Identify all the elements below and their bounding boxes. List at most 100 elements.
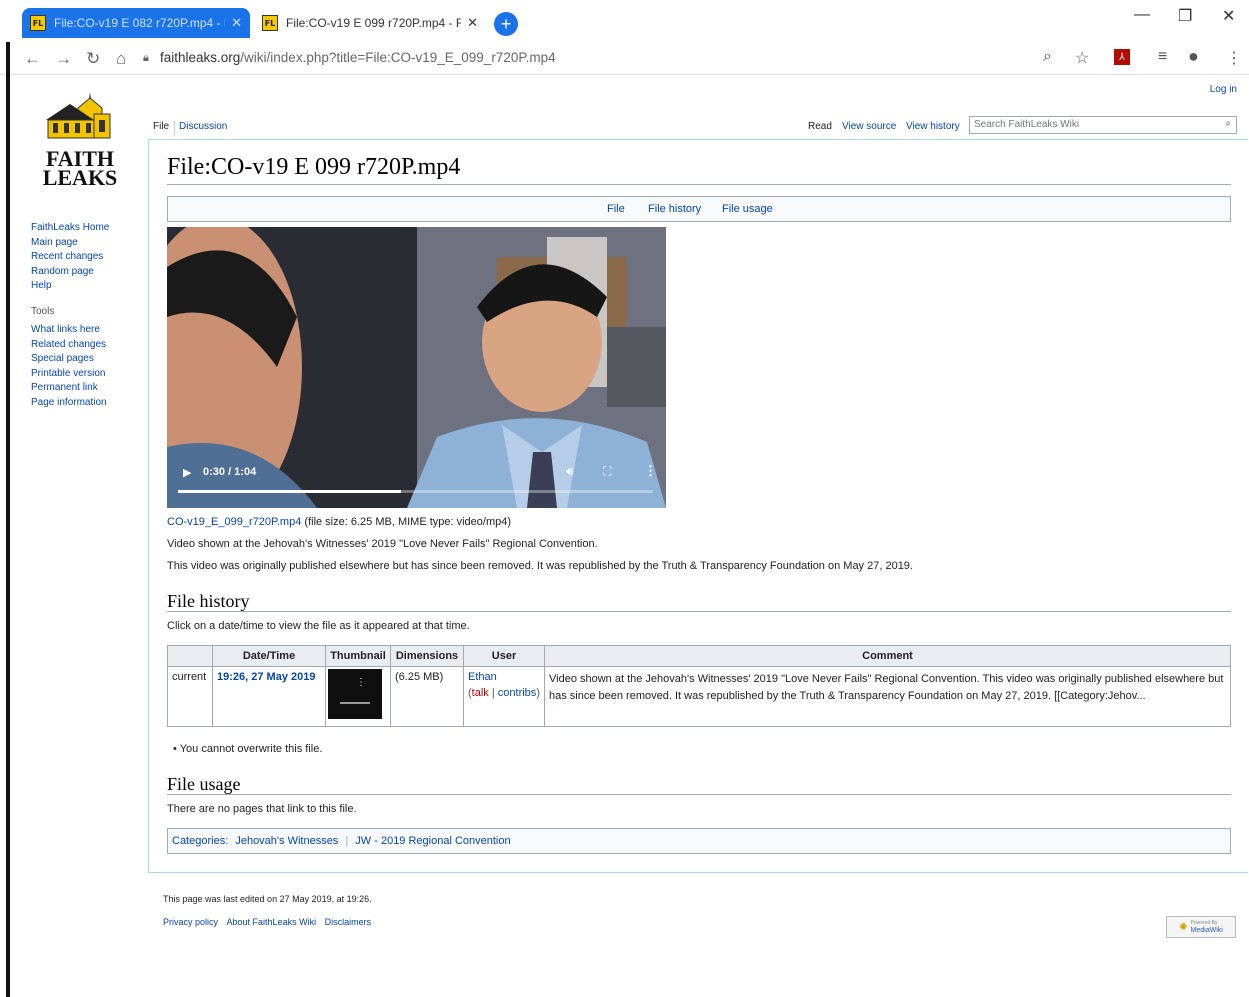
media-queue-icon[interactable]: ≡ xyxy=(1158,48,1167,66)
back-icon[interactable]: ← xyxy=(24,49,41,69)
category-link-jw-2019-regional-convention[interactable]: JW - 2019 Regional Convention xyxy=(355,835,510,847)
faithleaks-favicon: FL xyxy=(30,15,46,31)
file-history-heading: File history xyxy=(167,591,250,611)
tab-view-history[interactable]: View history xyxy=(906,121,960,132)
row-thumbnail-cell: ⋮ xyxy=(325,666,391,727)
thumbnail-progress xyxy=(340,702,370,704)
thumbnail-menu-icon: ⋮ xyxy=(356,677,366,688)
faithleaks-logo[interactable]: FAITH LEAKS xyxy=(40,92,120,190)
bullet-icon: • xyxy=(173,743,177,755)
tab-read[interactable]: Read xyxy=(808,121,832,132)
usage-text: There are no pages that link to this fil… xyxy=(167,803,357,815)
search-icon[interactable]: ⌕ xyxy=(1225,118,1231,129)
powered-by-mediawiki-badge[interactable]: ✺ Powered By MediaWiki xyxy=(1166,916,1236,938)
categories-box: Categories: Jehovah's Witnesses | JW - 2… xyxy=(167,828,1231,854)
logo-text-leaks: LEAKS xyxy=(42,165,118,190)
play-icon[interactable]: ▶ xyxy=(183,466,191,479)
row-user-link[interactable]: Ethan xyxy=(468,671,540,683)
footer-privacy-policy[interactable]: Privacy policy xyxy=(163,917,218,927)
close-window-icon[interactable]: ✕ xyxy=(1222,6,1235,26)
tab-title: File:CO-v19 E 099 r720P.mp4 - Fa xyxy=(286,16,462,30)
table-header-user: User xyxy=(463,645,545,667)
talk-link[interactable]: talk xyxy=(472,687,489,699)
bookmark-star-icon[interactable]: ☆ xyxy=(1075,48,1089,68)
sidebar-item-recent-changes[interactable]: Recent changes xyxy=(31,250,103,265)
address-bar[interactable]: faithleaks.org/wiki/index.php?title=File… xyxy=(160,50,556,65)
table-header-dimensions: Dimensions xyxy=(390,645,464,667)
zoom-icon[interactable]: ⌕ xyxy=(1043,48,1052,66)
row-datetime-link[interactable]: 19:26, 27 May 2019 xyxy=(217,671,315,683)
table-header-thumbnail: Thumbnail xyxy=(325,645,391,667)
file-history-table: Date/Time Thumbnail Dimensions User Comm… xyxy=(167,645,1231,727)
contribs-link[interactable]: contribs xyxy=(498,687,537,699)
pdf-extension-icon[interactable]: ⅄ xyxy=(1114,49,1130,65)
menu-kebab-icon[interactable]: ⋮ xyxy=(1226,48,1242,68)
profile-icon[interactable]: ● xyxy=(1188,46,1199,67)
video-thumbnail[interactable]: ⋮ xyxy=(328,669,382,719)
badge-powered-by: Powered By xyxy=(1190,920,1218,926)
title-divider xyxy=(167,184,1231,185)
toc-file[interactable]: File xyxy=(607,203,625,215)
close-tab-icon[interactable]: ✕ xyxy=(467,15,478,31)
row-user-cell: Ethan (talk | contribs) xyxy=(463,666,545,727)
sidebar-item-permanent-link[interactable]: Permanent link xyxy=(31,381,98,396)
url-domain: faithleaks.org xyxy=(160,50,241,65)
table-header-datetime: Date/Time xyxy=(212,645,326,667)
fullscreen-icon[interactable]: ⛶ xyxy=(603,464,611,479)
forward-icon[interactable]: → xyxy=(55,49,72,69)
row-comment: Video shown at the Jehovah's Witnesses' … xyxy=(544,666,1231,727)
sidebar-item-random-page[interactable]: Random page xyxy=(31,265,94,280)
toc-file-history[interactable]: File history xyxy=(648,203,701,215)
table-header-comment: Comment xyxy=(544,645,1231,667)
sidebar-item-faithleaks-home[interactable]: FaithLeaks Home xyxy=(31,221,109,236)
sidebar-item-help[interactable]: Help xyxy=(31,279,52,294)
close-tab-icon[interactable]: ✕ xyxy=(231,15,242,31)
category-link-jehovahs-witnesses[interactable]: Jehovah's Witnesses xyxy=(235,835,338,847)
categories-label[interactable]: Categories: xyxy=(172,835,228,847)
sidebar-item-main-page[interactable]: Main page xyxy=(31,236,78,251)
overwrite-note-text: You cannot overwrite this file. xyxy=(179,743,323,755)
sidebar-item-special-pages[interactable]: Special pages xyxy=(31,352,94,367)
browser-tab-2[interactable]: FL File:CO-v19 E 099 r720P.mp4 - Fa ✕ xyxy=(254,8,486,38)
sidebar-tools-heading: Tools xyxy=(31,306,55,317)
tab-file[interactable]: File xyxy=(153,121,169,132)
new-tab-button[interactable]: + xyxy=(494,12,518,36)
footer-links: Privacy policy About FaithLeaks Wiki Dis… xyxy=(163,917,371,927)
category-divider: | xyxy=(345,835,349,847)
search-input[interactable]: Search FaithLeaks Wiki ⌕ xyxy=(969,116,1237,134)
tab-divider xyxy=(174,121,175,135)
row-user-tools: (talk | contribs) xyxy=(468,687,540,699)
mediawiki-sunflower-icon: ✺ xyxy=(1179,921,1188,933)
row-status: current xyxy=(167,666,213,727)
login-link[interactable]: Log in xyxy=(1210,84,1237,95)
file-details: (file size: 6.25 MB, MIME type: video/mp… xyxy=(304,516,512,528)
history-divider xyxy=(167,611,1231,612)
overwrite-note: • You cannot overwrite this file. xyxy=(173,743,322,755)
church-icon xyxy=(46,92,111,139)
home-icon[interactable]: ⌂ xyxy=(116,49,126,69)
page-title: File:CO-v19 E 099 r720P.mp4 xyxy=(167,154,461,180)
usage-divider xyxy=(167,794,1231,795)
table-row: current 19:26, 27 May 2019 ⋮ (6.25 MB) E… xyxy=(167,666,1231,727)
file-link[interactable]: CO-v19_E_099_r720P.mp4 xyxy=(167,516,301,528)
footer-disclaimers[interactable]: Disclaimers xyxy=(325,917,372,927)
footer-about[interactable]: About FaithLeaks Wiki xyxy=(227,917,317,927)
sidebar-item-related-changes[interactable]: Related changes xyxy=(31,338,106,353)
file-note: This video was originally published else… xyxy=(167,560,913,572)
file-usage-heading: File usage xyxy=(167,774,241,794)
reload-icon[interactable]: ↻ xyxy=(86,49,100,69)
sidebar-item-printable-version[interactable]: Printable version xyxy=(31,367,105,382)
row-dimensions: (6.25 MB) xyxy=(390,666,464,727)
restore-icon[interactable]: ❐ xyxy=(1178,6,1192,26)
tab-discussion[interactable]: Discussion xyxy=(179,121,227,132)
browser-tab-1[interactable]: FL File:CO-v19 E 082 r720P.mp4 - Fa ✕ xyxy=(22,8,250,38)
tab-view-source[interactable]: View source xyxy=(842,121,896,132)
sidebar-item-page-information[interactable]: Page information xyxy=(31,396,107,411)
sidebar-item-what-links-here[interactable]: What links here xyxy=(31,323,100,338)
minimize-icon[interactable]: — xyxy=(1134,6,1150,24)
video-menu-icon[interactable]: ⋮ xyxy=(644,463,657,479)
toc-file-usage[interactable]: File usage xyxy=(722,203,773,215)
volume-icon[interactable]: 🔊︎ xyxy=(566,464,574,479)
badge-mediawiki: MediaWiki xyxy=(1190,927,1223,934)
file-info-line: CO-v19_E_099_r720P.mp4 (file size: 6.25 … xyxy=(167,516,511,528)
